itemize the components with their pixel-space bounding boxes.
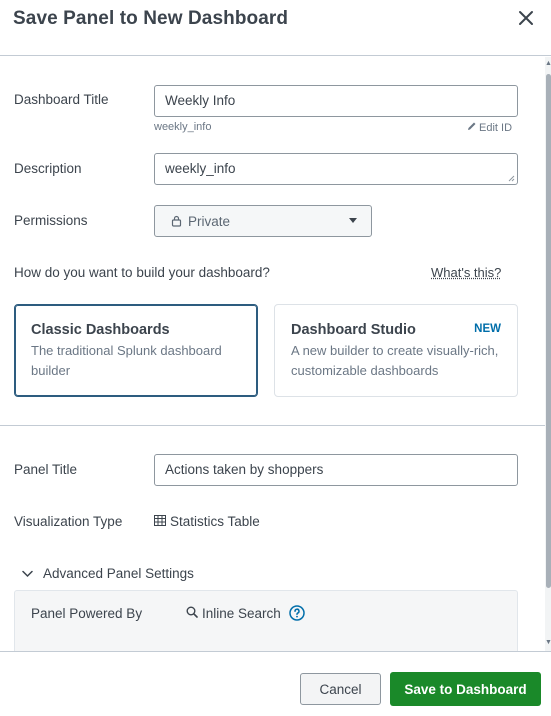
card-title: Classic Dashboards bbox=[31, 322, 170, 338]
card-description: The traditional Splunk dashboard builder bbox=[31, 343, 222, 378]
description-textarea[interactable]: weekly_info bbox=[154, 153, 518, 185]
help-circle-icon[interactable] bbox=[289, 605, 305, 621]
lock-icon bbox=[171, 215, 182, 227]
description-value: weekly_info bbox=[165, 161, 236, 176]
scroll-down-icon[interactable]: ▼ bbox=[545, 639, 551, 647]
scrollbar[interactable]: ▲ ▼ bbox=[545, 57, 551, 651]
description-label: Description bbox=[14, 161, 82, 176]
resize-grip-icon[interactable] bbox=[507, 174, 515, 182]
scrollbar-thumb[interactable] bbox=[546, 74, 551, 588]
advanced-settings-label: Advanced Panel Settings bbox=[43, 566, 194, 581]
viz-type-value: Statistics Table bbox=[154, 514, 260, 529]
dashboard-id-text: weekly_info bbox=[154, 121, 212, 133]
dialog-header: Save Panel to New Dashboard bbox=[0, 0, 551, 56]
advanced-settings-panel: Panel Powered By Inline Search bbox=[14, 590, 518, 660]
permissions-label: Permissions bbox=[14, 213, 88, 228]
card-description: A new builder to create visually-rich, c… bbox=[291, 343, 499, 378]
close-icon[interactable] bbox=[516, 8, 536, 28]
viz-type-text: Statistics Table bbox=[170, 514, 260, 529]
permissions-select[interactable]: Private bbox=[154, 205, 372, 237]
table-icon bbox=[154, 514, 166, 529]
dashboard-title-label: Dashboard Title bbox=[14, 92, 109, 107]
dialog-footer: Cancel Save to Dashboard bbox=[0, 651, 551, 716]
advanced-settings-toggle[interactable]: Advanced Panel Settings bbox=[22, 566, 194, 581]
new-badge: NEW bbox=[474, 323, 501, 335]
panel-title-label: Panel Title bbox=[14, 462, 78, 477]
section-divider bbox=[0, 425, 545, 426]
scroll-up-icon[interactable]: ▲ bbox=[545, 60, 551, 68]
pencil-icon bbox=[467, 121, 477, 134]
dialog-title: Save Panel to New Dashboard bbox=[13, 8, 289, 29]
classic-dashboards-card[interactable]: Classic Dashboards The traditional Splun… bbox=[14, 304, 258, 397]
build-question: How do you want to build your dashboard? bbox=[14, 265, 270, 280]
dashboard-title-input[interactable]: Weekly Info bbox=[154, 85, 518, 117]
caret-down-icon bbox=[349, 218, 357, 223]
powered-by-label: Panel Powered By bbox=[31, 606, 143, 621]
inline-search-value: Inline Search bbox=[186, 605, 305, 621]
cancel-button[interactable]: Cancel bbox=[300, 673, 381, 705]
save-to-dashboard-button[interactable]: Save to Dashboard bbox=[390, 672, 541, 706]
dashboard-studio-card[interactable]: Dashboard Studio NEW A new builder to cr… bbox=[274, 304, 518, 397]
card-title: Dashboard Studio bbox=[291, 322, 416, 338]
whats-this-link[interactable]: What's this? bbox=[431, 265, 501, 280]
edit-id-link[interactable]: Edit ID bbox=[467, 121, 512, 134]
chevron-down-icon bbox=[22, 566, 33, 581]
viz-type-label: Visualization Type bbox=[14, 514, 123, 529]
panel-title-input[interactable]: Actions taken by shoppers bbox=[154, 454, 518, 486]
edit-id-label: Edit ID bbox=[479, 121, 513, 134]
search-icon bbox=[186, 606, 198, 621]
inline-search-text: Inline Search bbox=[202, 605, 281, 621]
permissions-value: Private bbox=[188, 213, 231, 229]
